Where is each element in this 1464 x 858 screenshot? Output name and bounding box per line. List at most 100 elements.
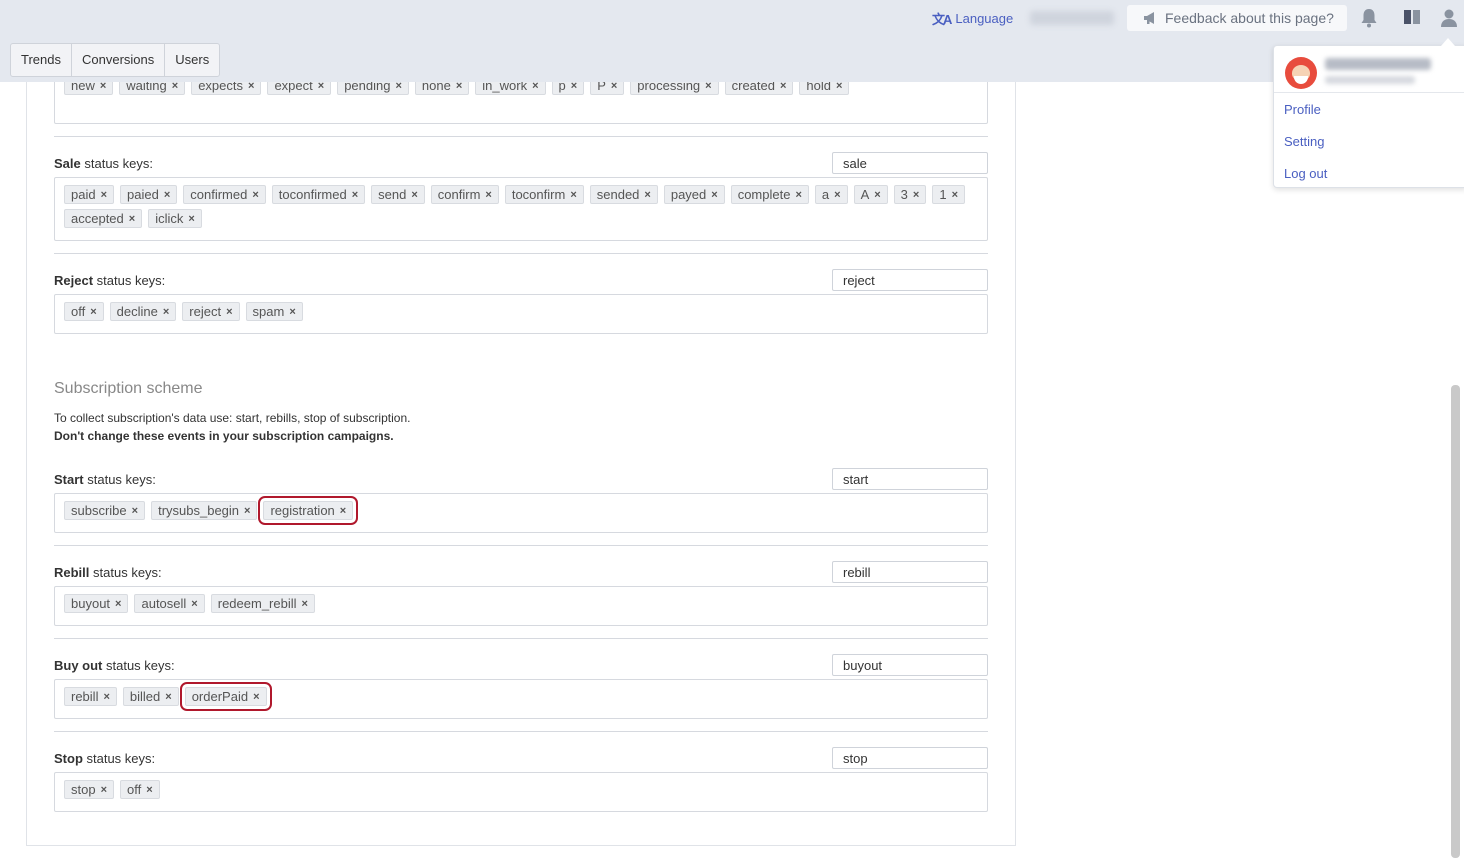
status-tag-label: off bbox=[71, 304, 86, 319]
status-tag-label: sended bbox=[596, 187, 640, 202]
remove-tag-icon[interactable]: × bbox=[289, 306, 295, 318]
remove-tag-icon[interactable]: × bbox=[485, 189, 491, 201]
report-tabs: Trends Conversions Users bbox=[10, 43, 221, 77]
status-tag-label: reject bbox=[189, 304, 222, 319]
menu-item-profile[interactable]: Profile bbox=[1284, 102, 1321, 117]
status-tag-label: payed bbox=[670, 187, 707, 202]
remove-tag-icon[interactable]: × bbox=[411, 189, 417, 201]
sale-key-input[interactable] bbox=[832, 152, 988, 174]
subscription-desc-line: To collect subscription's data use: star… bbox=[54, 411, 411, 425]
status-tag-label: toconfirmed bbox=[278, 187, 347, 202]
status-tag-label: send bbox=[378, 187, 407, 202]
remove-tag-icon[interactable]: × bbox=[226, 306, 232, 318]
status-tag: toconfirmed × bbox=[271, 185, 366, 204]
status-tag-label: confirm bbox=[437, 187, 481, 202]
status-tag-label: spam bbox=[252, 304, 285, 319]
menu-item-logout[interactable]: Log out bbox=[1284, 166, 1327, 181]
reject-key-input[interactable] bbox=[832, 269, 988, 291]
remove-tag-icon[interactable]: × bbox=[191, 598, 197, 610]
subscription-title: Subscription scheme bbox=[54, 380, 203, 397]
divider bbox=[54, 136, 988, 137]
buyout-label: Buy out status keys: bbox=[54, 658, 175, 673]
status-tag-label: 1 bbox=[939, 187, 947, 202]
remove-tag-icon[interactable]: × bbox=[340, 505, 346, 517]
status-tag-label: autosell bbox=[141, 596, 187, 611]
status-tag: billed × bbox=[122, 687, 179, 706]
remove-tag-icon[interactable]: × bbox=[90, 306, 96, 318]
top-bar: 文A Language Feedback about this page? Tr… bbox=[0, 0, 1464, 82]
user-icon[interactable] bbox=[1440, 8, 1458, 28]
menu-item-setting[interactable]: Setting bbox=[1284, 134, 1324, 149]
remove-tag-icon[interactable]: × bbox=[913, 189, 919, 201]
remove-tag-icon[interactable]: × bbox=[115, 598, 121, 610]
status-tag: buyout × bbox=[64, 594, 129, 613]
start-key-input[interactable] bbox=[832, 468, 988, 490]
stop-tags-box[interactable]: stop × off × bbox=[54, 772, 988, 812]
status-tag: iclick × bbox=[148, 209, 202, 228]
remove-tag-icon[interactable]: × bbox=[146, 784, 152, 796]
date-display bbox=[1030, 11, 1114, 25]
book-icon[interactable] bbox=[1403, 9, 1421, 25]
remove-tag-icon[interactable]: × bbox=[163, 306, 169, 318]
divider bbox=[54, 638, 988, 639]
remove-tag-icon[interactable]: × bbox=[253, 691, 259, 703]
remove-tag-icon[interactable]: × bbox=[165, 691, 171, 703]
tab-trends[interactable]: Trends bbox=[11, 44, 72, 76]
divider bbox=[54, 545, 988, 546]
status-tag: orderPaid × bbox=[179, 682, 272, 711]
avatar-face bbox=[1292, 65, 1310, 84]
remove-tag-icon[interactable]: × bbox=[570, 189, 576, 201]
sale-tags-box[interactable]: paid × paied × confirmed × toconfirmed × send × co… bbox=[54, 177, 988, 241]
rebill-tags-box[interactable]: buyout × autosell × redeem_rebill × bbox=[54, 586, 988, 626]
remove-tag-icon[interactable]: × bbox=[252, 189, 258, 201]
scrollbar[interactable] bbox=[1451, 385, 1460, 858]
status-tag-label: billed bbox=[129, 689, 161, 704]
remove-tag-icon[interactable]: × bbox=[188, 213, 194, 225]
status-tag: sended × bbox=[589, 185, 658, 204]
bell-icon[interactable] bbox=[1360, 8, 1378, 28]
feedback-button[interactable]: Feedback about this page? bbox=[1127, 5, 1347, 31]
status-tag: reject × bbox=[182, 302, 240, 321]
reject-tags-box[interactable]: off × decline × reject × spam × bbox=[54, 294, 988, 334]
status-tag: 1 × bbox=[932, 185, 966, 204]
status-tag-label: subscribe bbox=[71, 503, 127, 518]
tab-users[interactable]: Users bbox=[165, 44, 219, 76]
remove-tag-icon[interactable]: × bbox=[164, 189, 170, 201]
stop-key-input[interactable] bbox=[832, 747, 988, 769]
user-name bbox=[1325, 58, 1431, 70]
remove-tag-icon[interactable]: × bbox=[352, 189, 358, 201]
status-tag: paid × bbox=[64, 185, 115, 204]
buyout-key-input[interactable] bbox=[832, 654, 988, 676]
remove-tag-icon[interactable]: × bbox=[644, 189, 650, 201]
remove-tag-icon[interactable]: × bbox=[244, 505, 250, 517]
remove-tag-icon[interactable]: × bbox=[302, 598, 308, 610]
megaphone-icon bbox=[1144, 12, 1154, 24]
remove-tag-icon[interactable]: × bbox=[101, 784, 107, 796]
remove-tag-icon[interactable]: × bbox=[103, 691, 109, 703]
status-tag: off × bbox=[64, 302, 104, 321]
status-tag-label: a bbox=[821, 187, 830, 202]
remove-tag-icon[interactable]: × bbox=[132, 505, 138, 517]
remove-tag-icon[interactable]: × bbox=[129, 213, 135, 225]
tab-conversions[interactable]: Conversions bbox=[72, 44, 166, 76]
stop-label: Stop status keys: bbox=[54, 751, 156, 766]
rebill-key-input[interactable] bbox=[832, 561, 988, 583]
status-tag: off × bbox=[120, 780, 160, 799]
start-tags-box[interactable]: subscribe × trysubs_begin × registration × bbox=[54, 493, 988, 533]
buyout-tags-box[interactable]: rebill × billed × orderPaid × bbox=[54, 679, 988, 719]
status-tag-label: confirmed bbox=[190, 187, 248, 202]
dropdown-arrow bbox=[1441, 38, 1455, 46]
status-tag-label: off bbox=[127, 782, 142, 797]
remove-tag-icon[interactable]: × bbox=[952, 189, 958, 201]
divider bbox=[54, 731, 988, 732]
status-tag-label: trysubs_begin bbox=[158, 503, 240, 518]
language-button[interactable]: 文A Language bbox=[932, 9, 1013, 28]
remove-tag-icon[interactable]: × bbox=[834, 189, 840, 201]
status-tag-label: decline bbox=[116, 304, 158, 319]
status-tag: toconfirm × bbox=[504, 185, 584, 204]
remove-tag-icon[interactable]: × bbox=[101, 189, 107, 201]
remove-tag-icon[interactable]: × bbox=[795, 189, 801, 201]
remove-tag-icon[interactable]: × bbox=[874, 189, 880, 201]
status-tag-label: accepted bbox=[71, 211, 124, 226]
remove-tag-icon[interactable]: × bbox=[711, 189, 717, 201]
